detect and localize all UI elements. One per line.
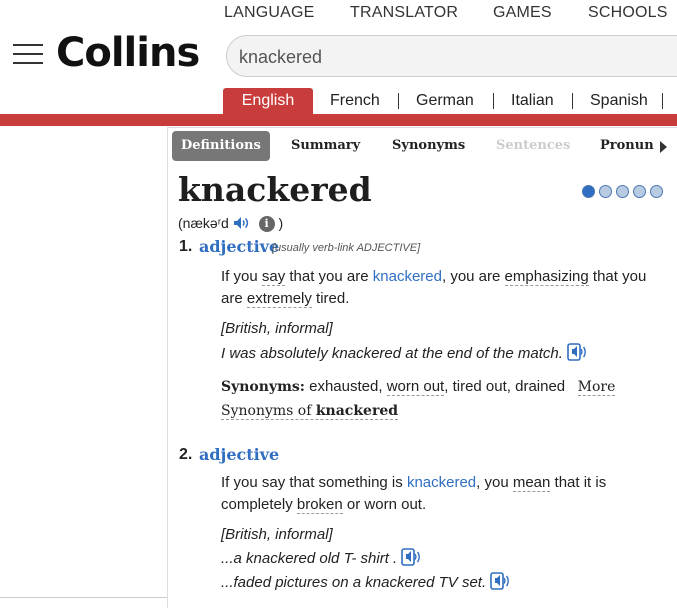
menu-icon[interactable] bbox=[13, 42, 43, 66]
divider bbox=[662, 93, 663, 109]
tab-definitions[interactable]: Definitions bbox=[172, 131, 270, 161]
divider bbox=[493, 93, 494, 109]
tab-synonyms[interactable]: Synonyms bbox=[392, 131, 465, 161]
top-nav: LANGUAGE TRANSLATOR GAMES SCHOOLS bbox=[224, 4, 677, 24]
linked-word[interactable]: extremely bbox=[246, 290, 312, 308]
example-audio-icon[interactable] bbox=[490, 572, 510, 590]
synonym-link[interactable]: worn out bbox=[386, 378, 445, 396]
headword: knackered bbox=[178, 170, 372, 209]
tab-sentences[interactable]: Sentences bbox=[496, 131, 570, 161]
info-icon[interactable]: i bbox=[258, 216, 275, 232]
keyword: knackered bbox=[406, 474, 477, 491]
synonyms-label: Synonyms: bbox=[221, 379, 305, 395]
keyword: knackered bbox=[372, 268, 442, 285]
search-input[interactable] bbox=[237, 44, 661, 70]
example-sentence: ...a knackered old T- shirt . bbox=[221, 548, 421, 567]
divider bbox=[572, 93, 573, 109]
linked-word[interactable]: emphasizing bbox=[504, 268, 589, 286]
lang-tab-french[interactable]: French bbox=[330, 88, 380, 114]
nav-schools[interactable]: SCHOOLS bbox=[588, 4, 668, 22]
lang-tab-italian[interactable]: Italian bbox=[511, 88, 554, 114]
pronunciation-text: næ​kəʳd bbox=[182, 215, 229, 231]
tab-summary[interactable]: Summary bbox=[291, 131, 360, 161]
linked-word[interactable]: broken bbox=[296, 496, 343, 514]
grammar-note: [usually verb-link ADJECTIVE] bbox=[272, 242, 421, 254]
pronunciation: (næ​kəʳd i ) bbox=[178, 215, 284, 232]
register-label: [British, informal] bbox=[221, 526, 333, 543]
language-bar bbox=[0, 114, 677, 126]
divider bbox=[398, 93, 399, 109]
sense-number: 2. bbox=[179, 446, 193, 463]
register-label: [British, informal] bbox=[221, 320, 333, 337]
collins-logo[interactable]: Collins bbox=[56, 30, 200, 76]
synonyms-block: Synonyms: exhausted, worn out, tired out… bbox=[221, 378, 616, 420]
part-of-speech[interactable]: adjective bbox=[199, 445, 279, 464]
nav-games[interactable]: GAMES bbox=[493, 4, 552, 22]
sense-number: 1. bbox=[179, 238, 193, 255]
speaker-icon[interactable] bbox=[233, 216, 251, 230]
definition-text: If you say that you are knackered, you a… bbox=[221, 268, 647, 308]
tab-pronunciation[interactable]: Pronun bbox=[600, 131, 654, 161]
nav-translator[interactable]: TRANSLATOR bbox=[350, 4, 458, 22]
entry-subtabs: Definitions Summary Synonyms Sentences P… bbox=[172, 131, 677, 163]
lang-tab-german[interactable]: German bbox=[416, 88, 474, 114]
linked-word[interactable]: say bbox=[261, 268, 286, 286]
search-box bbox=[226, 35, 677, 77]
part-of-speech[interactable]: adjective bbox=[199, 237, 279, 256]
divider bbox=[0, 597, 167, 598]
scroll-right-icon[interactable] bbox=[660, 141, 667, 153]
linked-word[interactable]: mean bbox=[512, 474, 551, 492]
definition-text: If you say that something is knackered, … bbox=[221, 474, 607, 514]
example-sentence: ...faded pictures on a knackered TV set. bbox=[221, 572, 510, 591]
example-sentence: I was absolutely knackered at the end of… bbox=[221, 343, 587, 362]
lang-tab-spanish[interactable]: Spanish bbox=[590, 88, 648, 114]
example-audio-icon[interactable] bbox=[401, 548, 421, 566]
example-audio-icon[interactable] bbox=[567, 343, 587, 361]
lang-tab-english[interactable]: English bbox=[223, 88, 313, 114]
nav-language[interactable]: LANGUAGE bbox=[224, 4, 315, 22]
